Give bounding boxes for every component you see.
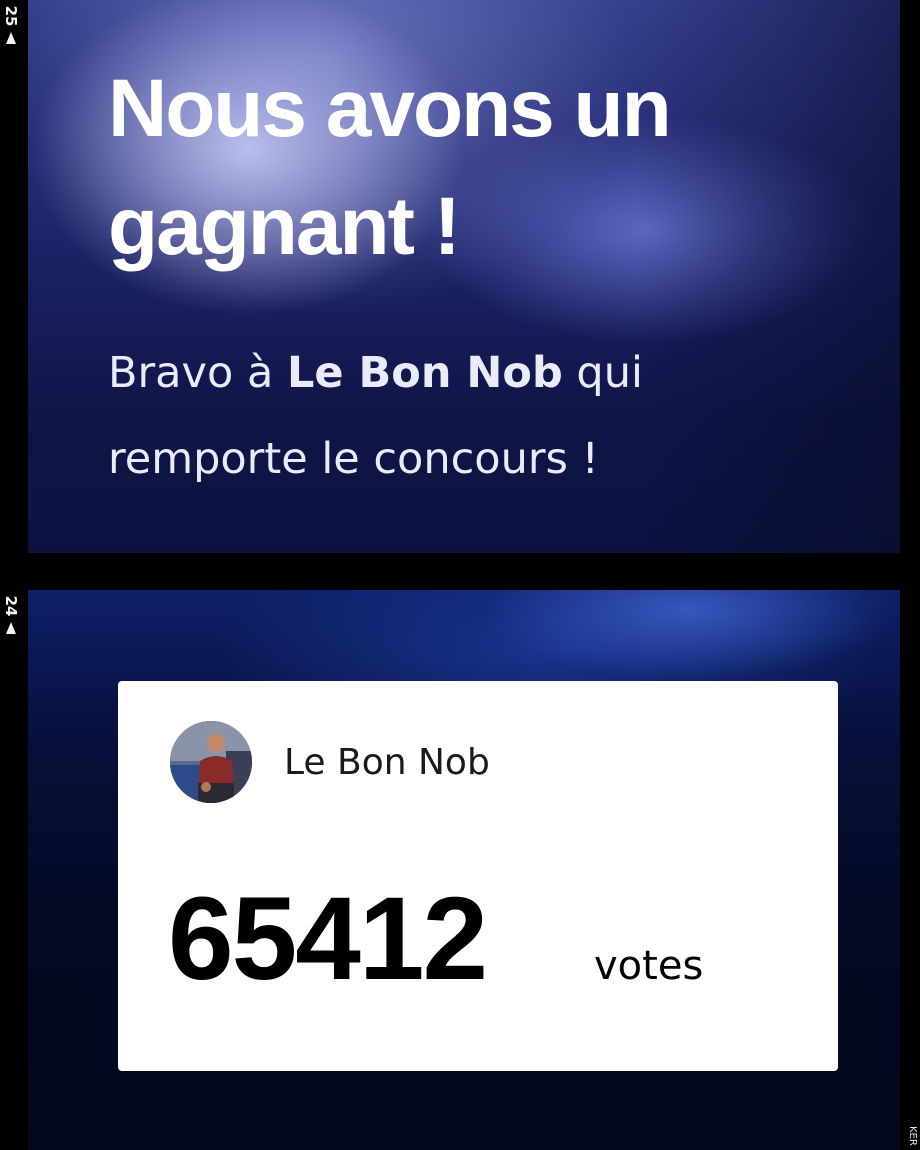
frame-number-top: 25 <box>2 5 20 27</box>
avatar <box>170 721 252 803</box>
vote-unit: votes <box>594 943 704 989</box>
author-name: Le Bon Nob <box>284 742 490 783</box>
frame-arrow-icon <box>6 32 16 44</box>
winner-name: Le Bon Nob <box>286 348 563 398</box>
story-screenshot: 25 24 KER Nous avons un gagnant ! Bravo … <box>0 0 920 1150</box>
winner-result-card: Le Bon Nob 65412 votes <box>118 681 838 1071</box>
frame-number-bottom: 24 <box>2 595 20 617</box>
frame-arrow-icon <box>6 622 16 634</box>
announcement-subtitle: Bravo à Le Bon Nob qui remporte le conco… <box>108 330 828 502</box>
edge-mark-text: KER <box>907 1126 918 1146</box>
edge-mark: KER <box>906 1124 920 1150</box>
avatar-photo-icon <box>170 721 252 803</box>
frame-marker-bottom: 24 <box>0 596 22 634</box>
announcement-headline: Nous avons un gagnant ! <box>108 63 672 272</box>
subtitle-prefix: Bravo à <box>108 348 274 398</box>
frame-marker-top: 25 <box>0 6 22 44</box>
vote-count: 65412 <box>168 873 488 1005</box>
